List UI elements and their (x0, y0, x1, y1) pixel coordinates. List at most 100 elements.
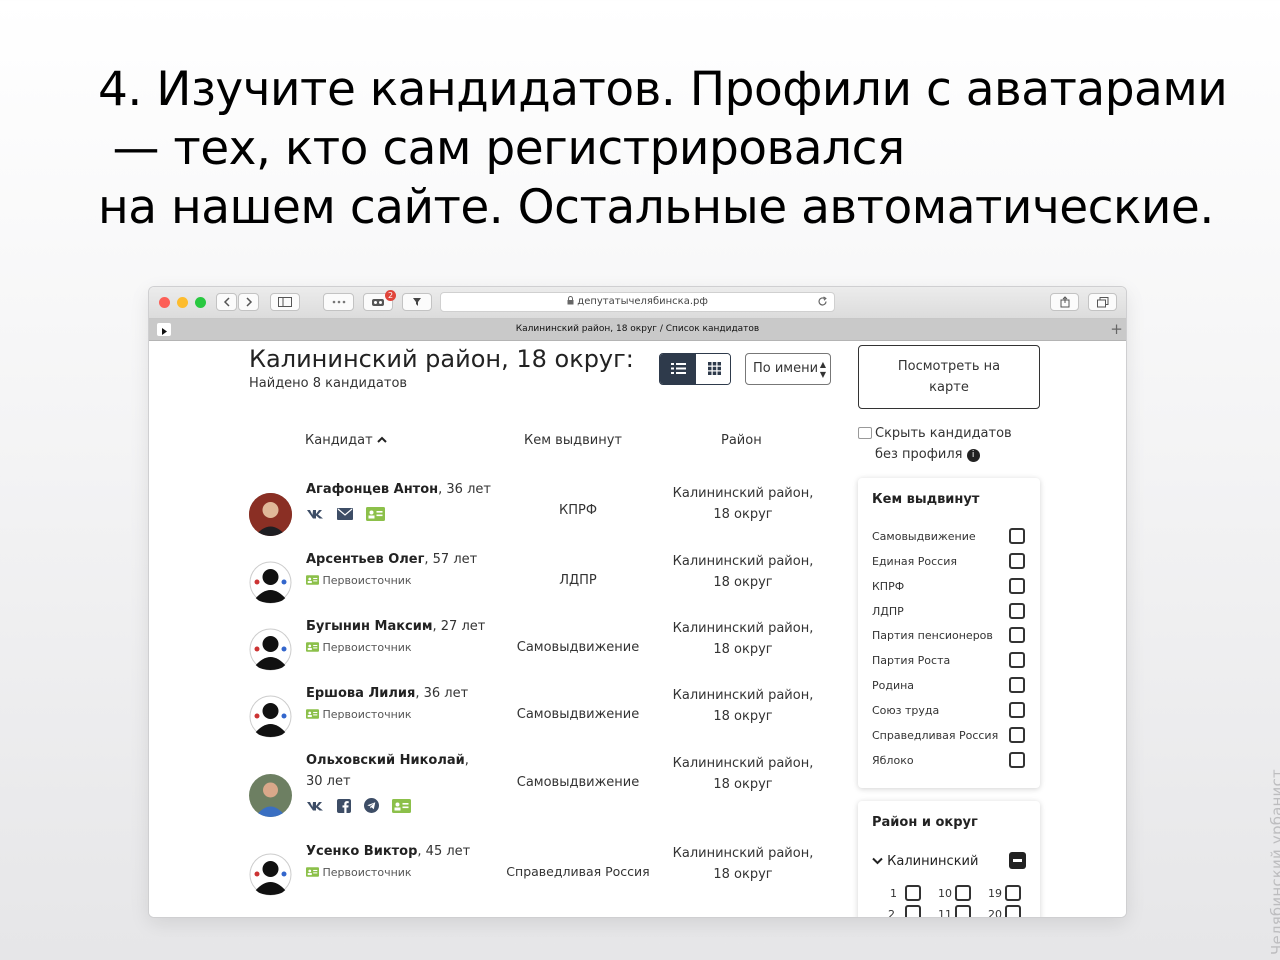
title-line-2: — тех, кто сам регистрировался (98, 121, 905, 176)
select-arrows-icon: ▲ ▼ (817, 354, 826, 380)
contact-icons (306, 503, 393, 521)
forward-arrow-icon (245, 297, 252, 307)
district-checkbox[interactable] (955, 905, 971, 917)
party-filter-checkbox[interactable] (1009, 677, 1025, 693)
email-icon[interactable] (337, 507, 354, 520)
avatar-photo (249, 774, 292, 817)
party-filter-item[interactable]: Союз труда (872, 704, 939, 717)
party-filter-checkbox[interactable] (1009, 727, 1025, 743)
grid-icon (707, 362, 721, 375)
avatar[interactable] (249, 561, 292, 604)
page-content: Калининский район, 18 округ: Найдено 8 к… (149, 341, 1126, 917)
map-button[interactable]: Посмотреть на карте (858, 345, 1040, 409)
tab-title[interactable]: Калининский район, 18 округ / Список кан… (149, 319, 1126, 340)
party-filter-checkbox[interactable] (1009, 702, 1025, 718)
avatar[interactable] (249, 628, 292, 671)
district-checkbox[interactable] (1005, 905, 1021, 917)
id-card-icon[interactable] (392, 798, 412, 813)
reload-icon[interactable] (817, 296, 828, 307)
bookmark-button[interactable] (402, 293, 432, 311)
district-checkbox[interactable] (905, 905, 921, 917)
column-candidate[interactable]: Кандидат (305, 433, 387, 448)
district-filter-title: Район и округ (872, 815, 978, 830)
close-window-button[interactable] (159, 297, 170, 308)
candidate-name[interactable]: Усенко Виктор, 45 лет (306, 841, 470, 862)
page-heading: Калининский район, 18 округ: (249, 345, 634, 373)
candidate-party: Самовыдвижение (516, 775, 640, 790)
source-link[interactable]: Первоисточник (306, 574, 412, 587)
party-filter-item[interactable]: ЛДПР (872, 605, 904, 618)
district-group-label: Калининский (887, 854, 979, 869)
district-number: 1 (890, 887, 897, 900)
district-group-toggle[interactable] (1009, 852, 1026, 869)
hide-no-profile-checkbox[interactable] (858, 427, 872, 439)
candidate-name[interactable]: Ершова Лилия, 36 лет (306, 683, 468, 704)
source-link[interactable]: Первоисточник (306, 866, 412, 879)
info-icon[interactable]: i (966, 449, 980, 462)
column-nominated[interactable]: Кем выдвинут (524, 433, 622, 448)
default-avatar-icon (249, 628, 292, 671)
party-filter-item[interactable]: Партия пенсионеров (872, 629, 993, 642)
list-view-button[interactable] (660, 354, 696, 384)
candidate-district: Калининский район, 18 округ (672, 688, 814, 724)
party-filter-checkbox[interactable] (1009, 627, 1025, 643)
address-bar[interactable]: депутатычелябинска.рф (440, 292, 835, 312)
sidebar-button[interactable] (270, 293, 300, 311)
zoom-window-button[interactable] (195, 297, 206, 308)
forward-button[interactable] (238, 293, 259, 311)
candidate-name[interactable]: Арсентьев Олег, 57 лет (306, 549, 477, 570)
party-filter-item[interactable]: Яблоко (872, 754, 914, 767)
party-filter-item[interactable]: Партия Роста (872, 654, 950, 667)
sort-select[interactable]: По имени ▲ ▼ (745, 353, 831, 385)
watermark: Челябинский урбанист (1268, 769, 1280, 955)
candidate-name[interactable]: Агафонцев Антон, 36 лет (306, 479, 491, 500)
column-district[interactable]: Район (721, 433, 762, 448)
party-filter-checkbox[interactable] (1009, 578, 1025, 594)
extension-icon (372, 299, 384, 306)
url-text: депутатычелябинска.рф (577, 296, 708, 307)
telegram-icon[interactable] (364, 798, 380, 813)
candidate-name[interactable]: Бугынин Максим, 27 лет (306, 616, 485, 637)
party-filter-checkbox[interactable] (1009, 752, 1025, 768)
new-tab-button[interactable]: + (1107, 319, 1126, 340)
party-filter-item[interactable]: Единая Россия (872, 555, 957, 568)
more-button[interactable] (323, 293, 354, 311)
vk-icon[interactable] (306, 509, 324, 519)
party-filter-checkbox[interactable] (1009, 553, 1025, 569)
back-button[interactable] (216, 293, 237, 311)
grid-view-button[interactable] (696, 354, 730, 384)
district-checkbox[interactable] (905, 885, 921, 901)
avatar[interactable] (249, 774, 292, 817)
party-filter-item[interactable]: КПРФ (872, 580, 904, 593)
source-link[interactable]: Первоисточник (306, 641, 412, 654)
source-label: Первоисточник (322, 641, 412, 654)
party-filter-item[interactable]: Самовыдвижение (872, 530, 976, 543)
party-filter-checkbox[interactable] (1009, 528, 1025, 544)
sort-value: По имени (753, 361, 819, 376)
slide-title: 4. Изучите кандидатов. Профили с аватара… (98, 60, 1258, 237)
tabs-button[interactable] (1088, 293, 1117, 311)
party-filter-item[interactable]: Родина (872, 679, 914, 692)
candidate-name[interactable]: Ольховский Николай, 30 лет (306, 750, 469, 792)
avatar[interactable] (249, 493, 292, 536)
district-checkbox[interactable] (1005, 885, 1021, 901)
id-card-icon (306, 867, 319, 877)
vk-icon[interactable] (306, 801, 324, 811)
id-card-icon[interactable] (366, 506, 386, 521)
party-filter-item[interactable]: Справедливая Россия (872, 729, 998, 742)
share-button[interactable] (1050, 293, 1079, 311)
avatar[interactable] (249, 695, 292, 738)
party-filter-checkbox[interactable] (1009, 652, 1025, 668)
district-number: 11 (938, 908, 952, 917)
district-checkbox[interactable] (955, 885, 971, 901)
id-card-icon (306, 709, 319, 719)
view-toggle (659, 353, 731, 385)
id-card-icon (306, 575, 319, 585)
hide-no-profile-label[interactable]: Скрыть кандидатов без профиля i (875, 423, 1035, 465)
source-link[interactable]: Первоисточник (306, 708, 412, 721)
avatar[interactable] (249, 853, 292, 896)
district-group[interactable]: Калининский (872, 854, 978, 869)
minimize-window-button[interactable] (177, 297, 188, 308)
party-filter-checkbox[interactable] (1009, 603, 1025, 619)
facebook-icon[interactable] (337, 798, 352, 813)
